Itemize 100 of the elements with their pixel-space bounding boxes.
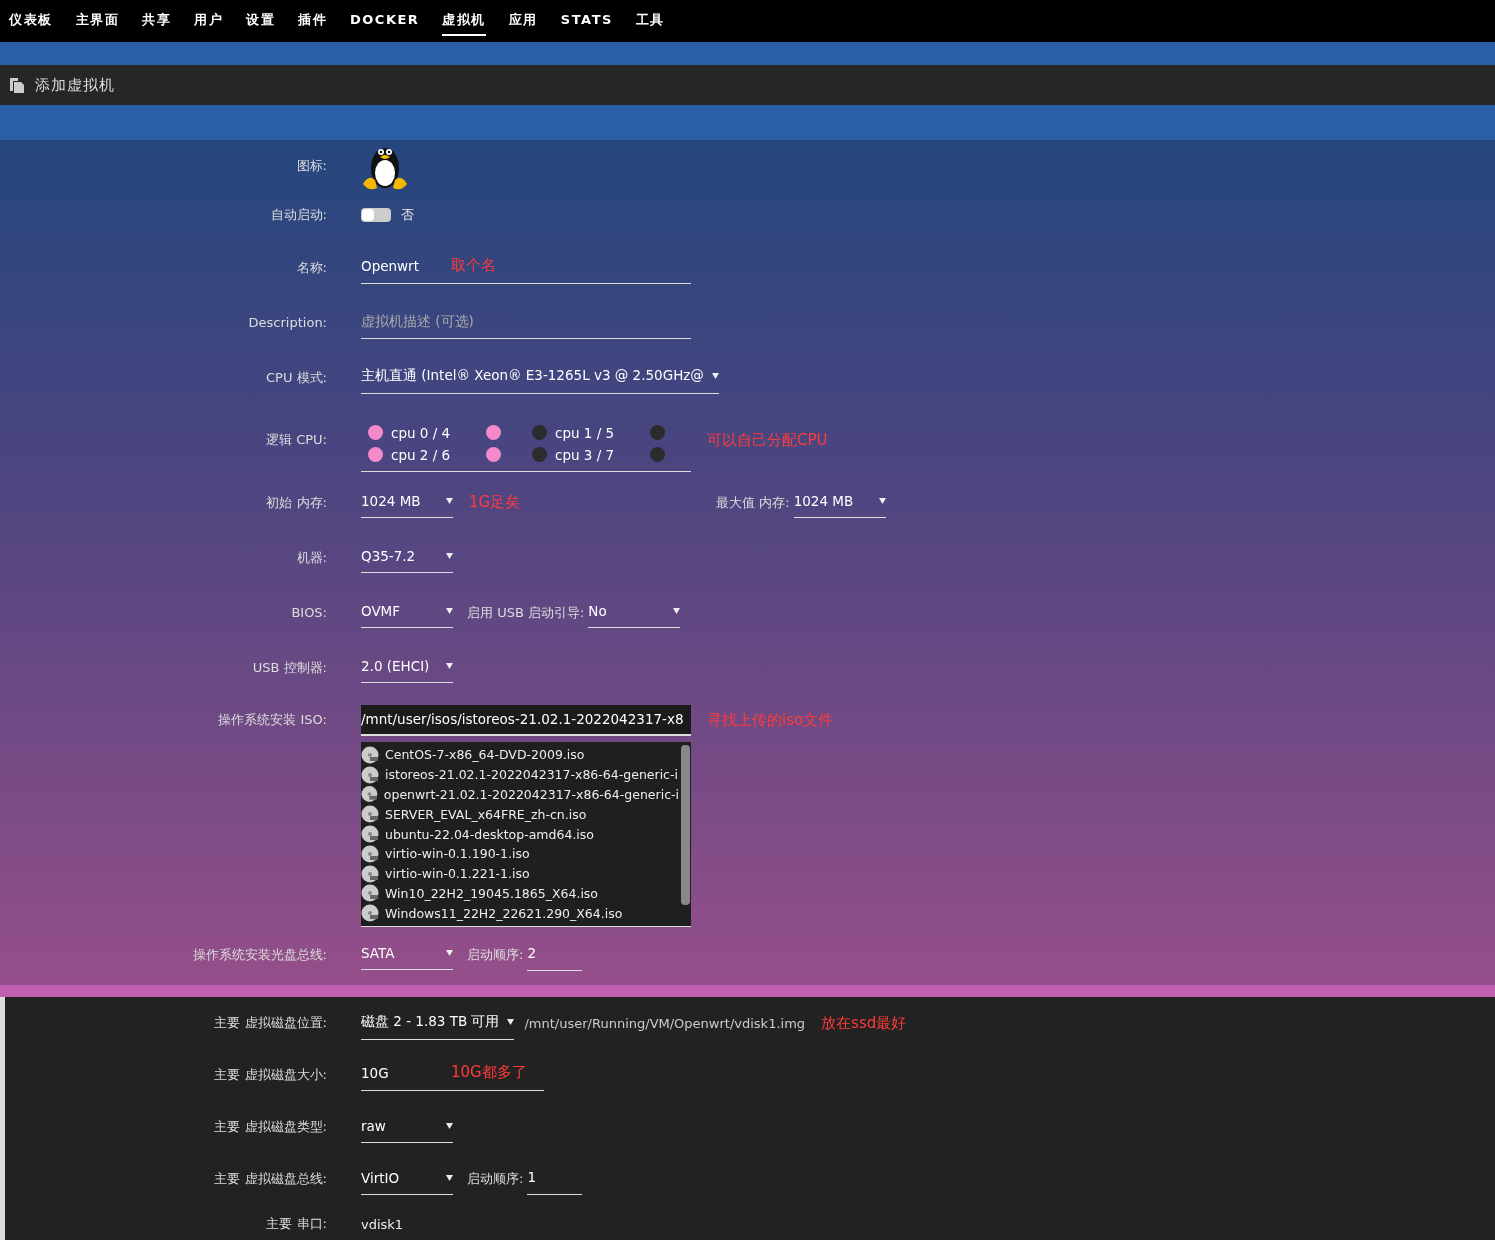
disc-icon: [361, 785, 378, 804]
disk-path: /mnt/user/Running/VM/Openwrt/vdisk1.img: [524, 1015, 806, 1031]
field-label: BIOS:: [290, 605, 327, 620]
select-dropdown[interactable]: raw: [361, 1111, 453, 1143]
nav-tab[interactable]: 用户: [194, 6, 223, 36]
annotation-note: 1G足矣: [469, 493, 521, 512]
field-label: 主要 虚拟磁盘位置:: [213, 1014, 327, 1033]
disc-icon: [361, 765, 379, 784]
select-dropdown[interactable]: Q35-7.2: [361, 542, 453, 573]
iso-file-item[interactable]: SERVER_EVAL_x64FRE_zh-cn.iso: [361, 804, 679, 825]
disc-icon: [361, 864, 379, 883]
cpu-label: cpu 2 / 6: [391, 446, 452, 463]
scrollbar[interactable]: [681, 745, 690, 905]
cpu-thread-checkbox[interactable]: [486, 425, 501, 440]
cpu-thread-checkbox[interactable]: [368, 425, 383, 440]
nav-tab[interactable]: 工具: [635, 6, 665, 36]
field-label: 启动顺序:: [467, 1170, 524, 1189]
disc-icon: [361, 825, 379, 844]
field-label: 主要 虚拟磁盘大小:: [213, 1066, 327, 1085]
disc-icon: [361, 745, 379, 764]
caret-icon: [446, 553, 453, 559]
nav-tab[interactable]: 设置: [246, 6, 275, 36]
cpu-thread-checkbox[interactable]: [650, 447, 665, 462]
page-title: 添加虚拟机: [35, 75, 115, 95]
annotation-note: 10G都多了: [451, 1063, 527, 1083]
serial-port-value: vdisk1: [361, 1216, 404, 1232]
field-label: 自动启动:: [269, 206, 327, 224]
field-label: 名称:: [295, 258, 327, 277]
cpu-label: cpu 1 / 5: [555, 424, 616, 441]
nav-tab[interactable]: DOCKER: [350, 8, 420, 34]
annotation-note: 放在ssd最好: [821, 1013, 907, 1033]
iso-file-item[interactable]: Windows11_22H2_22621.290_X64.iso: [361, 903, 679, 924]
copy-icon: [9, 77, 25, 93]
cpu-thread-checkbox[interactable]: [532, 425, 547, 440]
select-dropdown[interactable]: 主机直通 (Intel® Xeon® E3-1265L v3 @ 2.50GHz@: [361, 361, 719, 394]
select-dropdown[interactable]: OVMF: [361, 597, 453, 628]
field-label: 操作系统安装 ISO:: [217, 711, 327, 729]
text-field[interactable]: 虚拟机描述 (可选): [361, 306, 691, 339]
select-dropdown[interactable]: 1024 MB: [793, 487, 886, 518]
field-label: 图标:: [295, 157, 327, 175]
select-dropdown[interactable]: 1024 MB: [361, 487, 453, 518]
field-label: 最大值 内存:: [716, 493, 790, 512]
cpu-thread-checkbox[interactable]: [532, 447, 547, 462]
annotation-note: 寻找上传的iso文件: [707, 711, 834, 730]
toggle-switch[interactable]: [361, 208, 391, 222]
caret-icon: [446, 663, 453, 669]
disc-icon: [361, 904, 379, 923]
field-label: 初始 内存:: [265, 493, 327, 512]
iso-file-item[interactable]: virtio-win-0.1.221-1.iso: [361, 863, 679, 884]
iso-path-field[interactable]: /mnt/user/isos/istoreos-21.02.1-2022042317-x8: [361, 705, 691, 736]
field-label: 主要 虚拟磁盘类型:: [213, 1118, 327, 1137]
field-label: 机器:: [295, 548, 327, 567]
select-dropdown[interactable]: 磁盘 2 - 1.83 TB 可用: [361, 1006, 515, 1040]
iso-file-item[interactable]: istoreos-21.02.1-2022042317-x86-64-generic-i: [361, 764, 679, 785]
nav-tab[interactable]: STATS: [560, 8, 613, 34]
select-dropdown[interactable]: SATA: [361, 939, 453, 971]
iso-file-item[interactable]: openwrt-21.02.1-2022042317-x86-64-generic-i: [361, 784, 679, 805]
caret-icon: [711, 373, 719, 379]
iso-file-item[interactable]: virtio-win-0.1.190-1.iso: [361, 844, 679, 864]
field-label: 主要 虚拟磁盘总线:: [213, 1170, 327, 1189]
disc-icon: [361, 884, 379, 903]
caret-icon: [446, 608, 453, 614]
boot-order-field[interactable]: 1: [527, 1163, 583, 1196]
disc-icon: [361, 844, 379, 863]
cpu-label: cpu 0 / 4: [391, 424, 452, 441]
nav-tab[interactable]: 主界面: [75, 6, 119, 36]
field-label: Description:: [247, 315, 327, 330]
cpu-thread-checkbox[interactable]: [486, 447, 501, 462]
select-dropdown[interactable]: 2.0 (EHCI): [361, 652, 453, 683]
caret-icon: [446, 1174, 453, 1181]
field-label: 逻辑 CPU:: [265, 431, 327, 449]
iso-file-item[interactable]: Win10_22H2_19045.1865_X64.iso: [361, 883, 679, 904]
caret-icon: [446, 950, 453, 957]
caret-icon: [673, 608, 681, 614]
select-dropdown[interactable]: No: [588, 597, 681, 628]
toggle-state-label: 否: [401, 206, 414, 224]
annotation-note: 取个名: [451, 255, 496, 275]
field-label: 操作系统安装光盘总线:: [191, 945, 327, 964]
caret-icon: [507, 1018, 515, 1025]
field-label: 启用 USB 启动引导:: [467, 603, 585, 622]
cpu-thread-checkbox[interactable]: [650, 425, 665, 440]
nav-tab[interactable]: 虚拟机: [442, 6, 486, 36]
cpu-thread-checkbox[interactable]: [368, 447, 383, 462]
field-label: CPU 模式:: [265, 368, 327, 387]
field-label: USB 控制器:: [251, 658, 327, 677]
iso-file-item[interactable]: ubuntu-22.04-desktop-amd64.iso: [361, 824, 679, 844]
disc-icon: [361, 805, 379, 824]
caret-icon: [878, 498, 886, 504]
annotation-note: 可以自己分配CPU: [707, 430, 828, 450]
iso-file-item[interactable]: CentOS-7-x86_64-DVD-2009.iso: [361, 745, 679, 765]
caret-icon: [446, 1122, 453, 1129]
field-label: 启动顺序:: [467, 945, 524, 964]
nav-tab[interactable]: 插件: [298, 6, 327, 36]
select-dropdown[interactable]: VirtIO: [361, 1163, 453, 1195]
nav-tab[interactable]: 应用: [508, 6, 538, 36]
boot-order-field[interactable]: 2: [527, 938, 583, 971]
cpu-label: cpu 3 / 7: [555, 446, 616, 463]
nav-tab[interactable]: 共享: [142, 6, 171, 36]
nav-tab[interactable]: 仪表板: [9, 6, 53, 36]
caret-icon: [446, 498, 453, 504]
